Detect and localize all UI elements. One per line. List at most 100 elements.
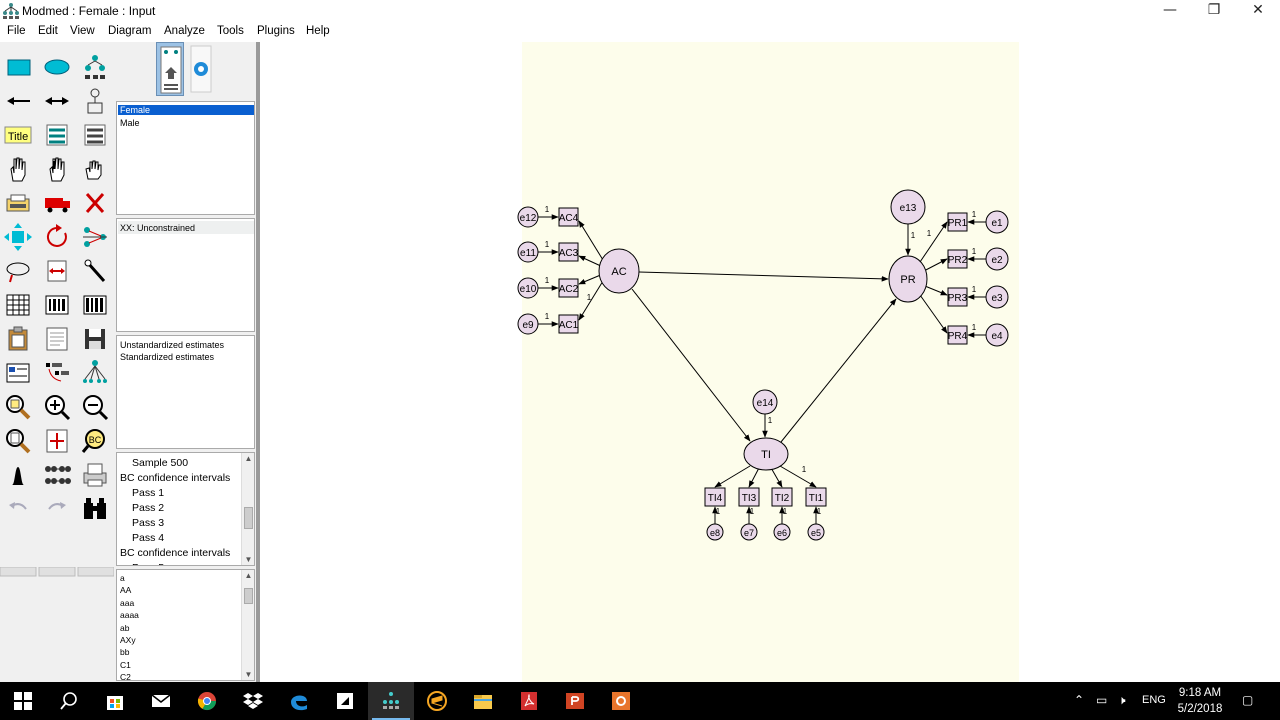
variable-item[interactable]: AA [120,585,131,595]
taskbar-acrobat[interactable] [506,682,552,720]
copy-to-clipboard-icon[interactable] [2,323,34,355]
taskbar-dropbox[interactable] [230,682,276,720]
computation-item[interactable]: Pass 2 [132,502,164,514]
taskbar-app[interactable] [322,682,368,720]
variable-item[interactable]: aaa [120,598,134,608]
view-output-button[interactable] [187,42,215,96]
zoom-out-icon[interactable] [79,391,111,423]
path-ac-pr[interactable] [638,271,889,282]
multiple-group-analysis-icon[interactable] [41,459,73,491]
undo-icon[interactable] [2,493,34,525]
calculate-estimates-icon[interactable] [79,289,111,321]
specification-search-icon[interactable] [79,493,111,525]
restore-button[interactable]: ❐ [1192,0,1236,22]
loading-path[interactable] [714,465,751,488]
toolbox-scrollbars[interactable] [0,567,114,577]
loading-path[interactable] [779,465,817,488]
variable-item[interactable]: C1 [120,660,131,670]
tray-volume-icon[interactable]: 🕨 [1118,693,1126,708]
duplicate-objects-icon[interactable] [2,187,34,219]
bc-magnifier-icon[interactable]: BC [79,425,111,457]
select-all-objects-icon[interactable] [41,153,73,185]
analysis-properties-icon[interactable] [41,289,73,321]
move-parameter-icon[interactable] [2,255,34,287]
close-button[interactable]: ✕ [1236,0,1280,22]
list-model-variables-icon[interactable] [41,119,73,151]
scroll-up-arrow-icon[interactable]: ▲ [242,571,254,580]
taskbar-powerpoint[interactable] [552,682,598,720]
view-page-icon[interactable] [2,425,34,457]
erase-objects-icon[interactable] [79,187,111,219]
tray-battery-icon[interactable]: ▭ [1096,693,1107,707]
menu-diagram[interactable]: Diagram [108,25,151,37]
draw-unobserved-variable-icon[interactable] [41,51,73,83]
menu-edit[interactable]: Edit [38,25,58,37]
variable-item[interactable]: ab [120,623,129,633]
group-item-female[interactable]: Female [118,105,254,115]
drag-properties-icon[interactable] [41,357,73,389]
variables-scrollbar[interactable]: ▲ ▼ [241,570,254,680]
preserve-symmetries-icon[interactable] [79,357,111,389]
computation-item[interactable]: Pass 4 [132,532,164,544]
variable-item[interactable]: aaaa [120,610,139,620]
variable-item[interactable]: AXy [120,635,136,645]
path-ti-pr[interactable] [780,298,897,443]
tray-language[interactable]: ENG [1142,694,1166,706]
menu-help[interactable]: Help [306,25,330,37]
select-data-files-icon[interactable] [2,289,34,321]
variable-item[interactable]: a [120,573,125,583]
menu-analyze[interactable]: Analyze [164,25,205,37]
touch-up-variable-icon[interactable] [79,255,111,287]
print-diagram-icon[interactable] [79,459,111,491]
redo-icon[interactable] [41,493,73,525]
scroll-up-arrow-icon[interactable]: ▲ [242,454,254,463]
view-input-button[interactable] [156,42,184,96]
variable-item[interactable]: bb [120,647,129,657]
computation-item[interactable]: Pass 1 [132,487,164,499]
taskbar-chrome[interactable] [184,682,230,720]
taskbar-amos[interactable] [368,682,414,720]
start-button[interactable] [0,682,46,720]
zoom-in-icon[interactable] [41,391,73,423]
draw-latent-indicator-icon[interactable] [79,51,111,83]
scroll-down-arrow-icon[interactable]: ▼ [242,670,254,679]
view-text-output-icon[interactable] [41,323,73,355]
menu-view[interactable]: View [70,25,95,37]
scroll-thumb[interactable] [244,588,253,604]
title-tool-icon[interactable]: Title [2,119,34,151]
scroll-down-arrow-icon[interactable]: ▼ [242,555,254,564]
group-item-male[interactable]: Male [120,118,140,128]
drawing-area[interactable]: AC4 e12 1 AC3 e11 1 AC2 e10 1 AC1 e9 1 1 PR1 e1 1 PR2 e2 1… [260,42,1280,682]
taskbar-explorer[interactable] [460,682,506,720]
draw-observed-variable-icon[interactable] [2,51,34,83]
loading-path[interactable] [919,294,948,334]
variable-item[interactable]: C2 [120,672,131,680]
object-properties-icon[interactable] [2,357,34,389]
draw-covariance-icon[interactable] [41,85,73,117]
estimates-item-unstandardized[interactable]: Unstandardized estimates [120,340,224,350]
loading-path[interactable] [578,220,604,261]
scroll-thumb[interactable] [244,507,253,529]
path-ac-ti[interactable] [631,288,751,442]
add-unique-variable-icon[interactable] [79,85,111,117]
computation-item[interactable]: Pass 3 [132,517,164,529]
deselect-all-objects-icon[interactable] [79,153,111,185]
tray-clock[interactable]: 9:18 AM 5/2/2018 [1172,685,1228,717]
taskbar-sublime[interactable] [414,682,460,720]
minimize-button[interactable]: — [1148,0,1192,22]
menu-file[interactable]: File [7,25,26,37]
taskbar-edge[interactable] [276,682,322,720]
estimates-item-standardized[interactable]: Standardized estimates [120,352,214,362]
move-objects-icon[interactable] [41,187,73,219]
save-diagram-icon[interactable] [79,323,111,355]
fit-diagram-to-page-icon[interactable] [41,425,73,457]
list-dataset-variables-icon[interactable] [79,119,111,151]
computation-item[interactable]: BC confidence intervals [120,547,230,559]
change-shape-icon[interactable] [2,221,34,253]
select-one-object-icon[interactable] [2,153,34,185]
loading-path[interactable] [919,221,948,263]
taskbar-store[interactable] [92,682,138,720]
draw-path-icon[interactable] [2,85,34,117]
taskbar-recorder[interactable] [598,682,644,720]
rotate-indicators-icon[interactable] [41,221,73,253]
